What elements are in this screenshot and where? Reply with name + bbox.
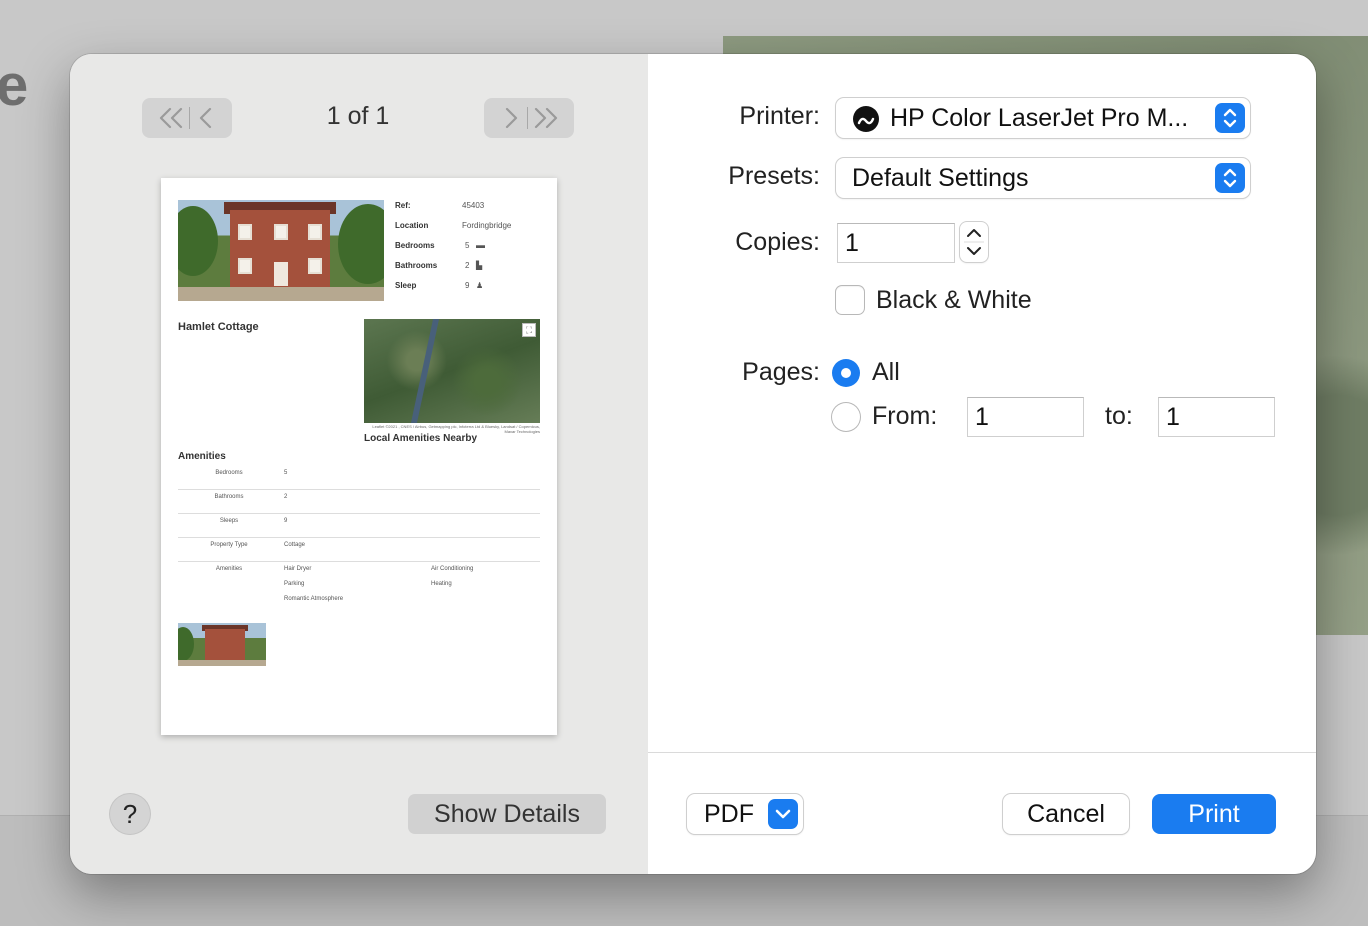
expand-icon: ⛶: [522, 323, 536, 337]
presets-select[interactable]: Default Settings: [836, 158, 1250, 198]
person-icon: ♟: [476, 281, 484, 290]
property-photo: [178, 200, 384, 301]
from-page-field[interactable]: 1: [967, 397, 1084, 437]
bath-icon: ▙: [476, 261, 483, 270]
settings-pane: Printer: HP Color LaserJet Pro M... Pres…: [648, 54, 1316, 874]
location-map: ⛶: [364, 319, 540, 423]
property-title: Hamlet Cottage: [178, 321, 259, 333]
cancel-button[interactable]: Cancel: [1003, 794, 1129, 834]
pdf-label: PDF: [704, 800, 754, 828]
page-count: 1 of 1: [326, 102, 390, 130]
table-row: Bathrooms 2: [178, 494, 540, 514]
copies-stepper[interactable]: [960, 222, 988, 262]
first-page-icon[interactable]: [157, 106, 185, 130]
pages-all-label: All: [872, 358, 900, 386]
previous-page-icon[interactable]: [194, 106, 218, 130]
footer-divider: [648, 752, 1316, 753]
last-page-icon[interactable]: [532, 106, 560, 130]
table-row: Sleeps 9: [178, 518, 540, 538]
bed-icon: ▬: [476, 240, 485, 250]
pages-from-radio[interactable]: [832, 403, 860, 431]
pdf-menu-button[interactable]: PDF: [687, 794, 803, 834]
pages-from-label: From:: [872, 402, 938, 430]
preview-pane: 1 of 1 Ref: 45403 Location Fordingbridge…: [70, 54, 648, 874]
background-title-fragment: e: [0, 53, 29, 118]
copies-field[interactable]: 1: [837, 223, 955, 263]
black-white-label: Black & White: [876, 286, 1032, 314]
updown-chevrons-icon: [1215, 163, 1245, 193]
help-button[interactable]: ?: [110, 794, 150, 834]
nav-separator: [526, 107, 528, 129]
presets-label: Presets:: [728, 162, 820, 190]
table-row: Bedrooms 5: [178, 470, 540, 490]
nav-separator: [188, 107, 190, 129]
show-details-button[interactable]: Show Details: [408, 794, 606, 834]
print-dialog: 1 of 1 Ref: 45403 Location Fordingbridge…: [70, 54, 1316, 874]
to-page-field[interactable]: 1: [1158, 397, 1275, 437]
copies-label: Copies:: [735, 228, 820, 256]
chevron-down-icon: [768, 799, 798, 829]
pages-label: Pages:: [742, 358, 820, 386]
table-row: Property Type Cottage: [178, 542, 540, 562]
updown-chevrons-icon: [1215, 103, 1245, 133]
table-row: Amenities Hair Dryer Parking Romantic At…: [215, 566, 474, 602]
next-page-icon[interactable]: [499, 106, 523, 130]
pages-all-radio[interactable]: [832, 359, 860, 387]
printer-label: Printer:: [739, 102, 820, 130]
amenities-heading: Amenities: [178, 451, 226, 462]
next-page-buttons[interactable]: [484, 98, 574, 138]
printer-select-value: HP Color LaserJet Pro M...: [890, 104, 1189, 132]
property-thumbnail: [178, 623, 266, 666]
presets-select-value: Default Settings: [852, 164, 1029, 192]
to-label: to:: [1105, 402, 1133, 430]
black-white-checkbox[interactable]: [836, 286, 864, 314]
prev-page-buttons[interactable]: [142, 98, 232, 138]
printer-status-icon: [853, 106, 879, 132]
print-button[interactable]: Print: [1152, 794, 1276, 834]
map-caption: Local Amenities Nearby: [364, 433, 478, 444]
page-preview: Ref: 45403 Location Fordingbridge Bedroo…: [161, 178, 557, 735]
printer-select[interactable]: HP Color LaserJet Pro M...: [836, 98, 1250, 138]
